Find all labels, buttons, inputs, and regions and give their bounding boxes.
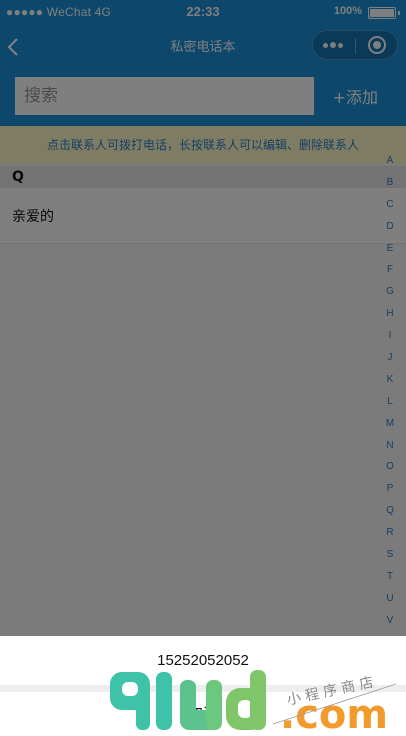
action-sheet: 15252052052 取消	[0, 636, 406, 736]
call-number-option[interactable]: 15252052052	[0, 636, 406, 684]
sheet-divider	[0, 685, 406, 692]
phone-screen: ●●●●● WeChat 4G 22:33 100% 私密电话本 +添加 点击联…	[0, 0, 406, 736]
cancel-button[interactable]: 取消	[0, 692, 406, 736]
modal-mask[interactable]	[0, 0, 406, 736]
